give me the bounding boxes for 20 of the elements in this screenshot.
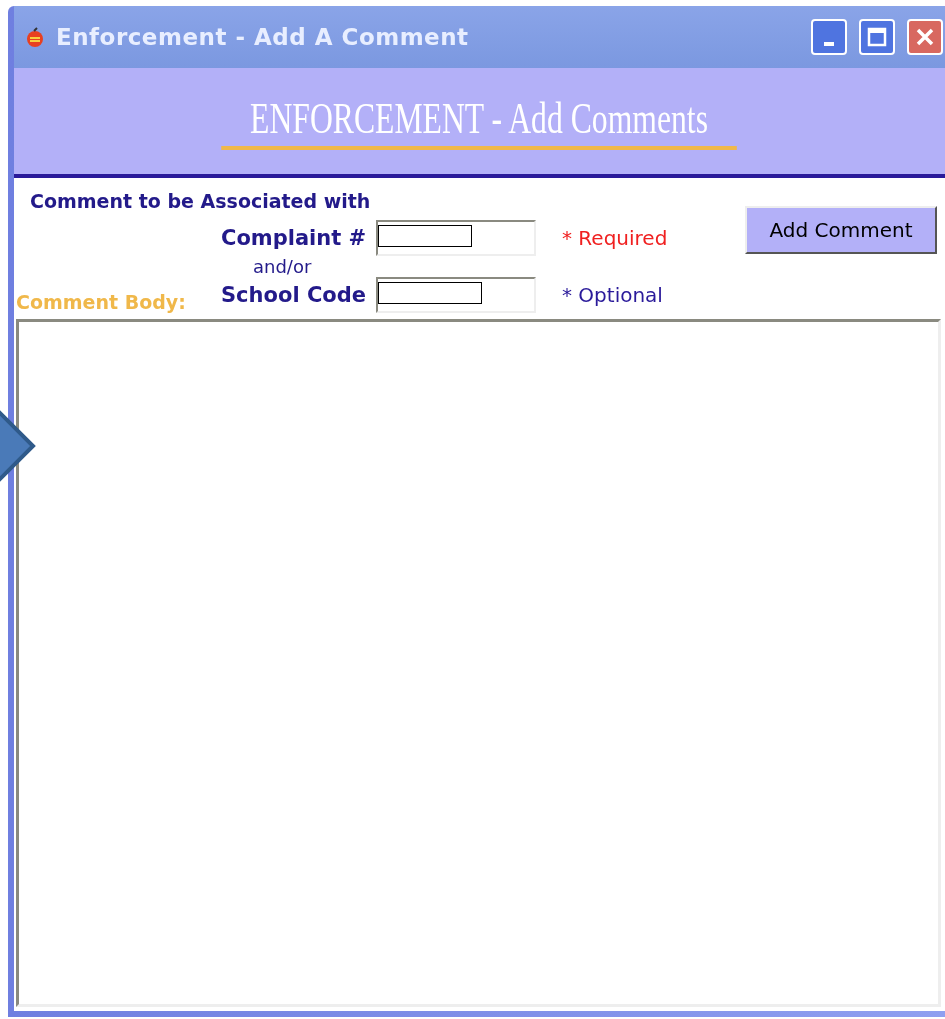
app-icon	[24, 26, 46, 48]
field-label: School Code	[220, 283, 367, 307]
section-heading: Comment to be Associated with	[29, 190, 372, 212]
maximize-icon	[867, 27, 887, 47]
comment-body-field[interactable]	[16, 319, 941, 1007]
input-field[interactable]	[376, 277, 536, 313]
maximize-button[interactable]	[859, 19, 895, 55]
input-field[interactable]	[376, 220, 536, 256]
connector-text: and/or	[252, 256, 313, 277]
banner-title: ENFORCEMENT - Add Comments	[221, 92, 738, 150]
field-note: * Optional	[561, 283, 664, 307]
close-button[interactable]	[907, 19, 943, 55]
window-title: Enforcement - Add A Comment	[56, 24, 470, 50]
add-comment-button[interactable]: Add Comment	[745, 206, 937, 254]
close-icon	[915, 27, 935, 47]
minimize-button[interactable]	[811, 19, 847, 55]
minimize-icon	[824, 42, 834, 46]
field-label: Complaint #	[220, 226, 368, 250]
field-note: * Required	[561, 226, 669, 250]
comment-body-label: Comment Body:	[16, 291, 187, 313]
